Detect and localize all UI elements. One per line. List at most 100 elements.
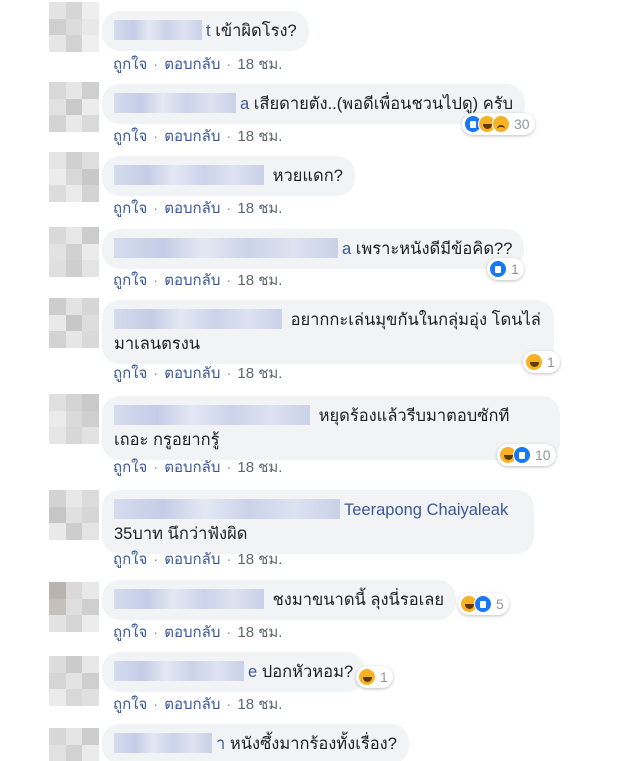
comment-timestamp[interactable]: 18 ชม. bbox=[237, 272, 282, 289]
like-link[interactable]: ถูกใจ bbox=[113, 696, 147, 713]
comment-actions: ถูกใจ · ตอบกลับ · 18 ชม. bbox=[113, 692, 282, 716]
like-icon bbox=[474, 595, 492, 613]
like-link[interactable]: ถูกใจ bbox=[113, 128, 147, 145]
sad-icon bbox=[492, 115, 510, 133]
comment-bubble: อยากกะเล่นมุขกันในกลุ่มอุ่ง โดนไล่ มาเลน… bbox=[102, 300, 554, 364]
separator: · bbox=[153, 272, 159, 289]
comment-text: เข้าผิดโรง? bbox=[215, 22, 297, 40]
reaction-summary[interactable]: 10 bbox=[497, 444, 556, 466]
separator: · bbox=[226, 128, 232, 145]
avatar[interactable] bbox=[49, 2, 99, 52]
separator: · bbox=[153, 459, 159, 476]
comment-timestamp[interactable]: 18 ชม. bbox=[237, 56, 282, 73]
separator: · bbox=[153, 365, 159, 382]
like-icon bbox=[489, 260, 507, 278]
separator: · bbox=[226, 459, 232, 476]
separator: · bbox=[226, 696, 232, 713]
comment-actions: ถูกใจ · ตอบกลับ · 18 ชม. bbox=[113, 52, 282, 76]
reply-link[interactable]: ตอบกลับ bbox=[164, 272, 220, 289]
commenter-name[interactable] bbox=[114, 165, 264, 185]
like-link[interactable]: ถูกใจ bbox=[113, 551, 147, 568]
comment-timestamp[interactable]: 18 ชม. bbox=[237, 459, 282, 476]
commenter-name-tail[interactable]: Teerapong Chaiyaleak bbox=[344, 501, 508, 519]
reply-link[interactable]: ตอบกลับ bbox=[164, 56, 220, 73]
reaction-summary[interactable]: 1 bbox=[487, 258, 524, 280]
commenter-name-tail[interactable]: a bbox=[240, 95, 249, 113]
like-link[interactable]: ถูกใจ bbox=[113, 200, 147, 217]
comment-text: หนังซึ้งมากร้องทั้งเรื่อง? bbox=[229, 735, 397, 753]
comment-bubble: a เสียดายตัง..(พอดีเพื่อนชวนไปดู) ครับ bbox=[102, 84, 526, 124]
reply-link[interactable]: ตอบกลับ bbox=[164, 200, 220, 217]
commenter-name[interactable] bbox=[114, 309, 282, 329]
reply-link[interactable]: ตอบกลับ bbox=[164, 365, 220, 382]
comment-timestamp[interactable]: 18 ชม. bbox=[237, 200, 282, 217]
separator: · bbox=[153, 696, 159, 713]
comment-timestamp[interactable]: 18 ชม. bbox=[237, 128, 282, 145]
commenter-name-tail[interactable]: t bbox=[206, 22, 211, 40]
separator: · bbox=[226, 551, 232, 568]
commenter-name[interactable] bbox=[114, 93, 236, 113]
reaction-summary[interactable]: 1 bbox=[356, 666, 393, 688]
separator: · bbox=[153, 624, 159, 641]
reaction-summary[interactable]: 1 bbox=[523, 351, 560, 373]
commenter-name[interactable] bbox=[114, 661, 244, 681]
comment-feed: t เข้าผิดโรง? ถูกใจ · ตอบกลับ · 18 ชม. a เสี… bbox=[0, 0, 620, 761]
comment-bubble: t เข้าผิดโรง? bbox=[102, 11, 309, 51]
like-link[interactable]: ถูกใจ bbox=[113, 56, 147, 73]
avatar[interactable] bbox=[49, 227, 99, 277]
comment-text-line: หยุดร้องแล้วรีบมาตอบซักที bbox=[318, 407, 510, 425]
reply-link[interactable]: ตอบกลับ bbox=[164, 551, 220, 568]
comment-text: ปอกหัวหอม? bbox=[261, 663, 354, 681]
reply-link[interactable]: ตอบกลับ bbox=[164, 696, 220, 713]
reaction-count: 5 bbox=[496, 596, 504, 612]
avatar[interactable] bbox=[49, 582, 99, 632]
commenter-name[interactable] bbox=[114, 20, 202, 40]
avatar[interactable] bbox=[49, 298, 99, 348]
reaction-summary[interactable]: 30 bbox=[462, 113, 535, 135]
separator: · bbox=[153, 56, 159, 73]
avatar[interactable] bbox=[49, 394, 99, 444]
commenter-name[interactable] bbox=[114, 733, 212, 753]
comment-actions: ถูกใจ · ตอบกลับ · 18 ชม. bbox=[113, 196, 282, 220]
reaction-summary[interactable]: 5 bbox=[458, 593, 509, 615]
like-link[interactable]: ถูกใจ bbox=[113, 272, 147, 289]
like-link[interactable]: ถูกใจ bbox=[113, 459, 147, 476]
commenter-name[interactable] bbox=[114, 499, 340, 519]
separator: · bbox=[226, 365, 232, 382]
separator: · bbox=[226, 272, 232, 289]
comment-bubble: a เพราะหนังดีมีข้อคิด?? bbox=[102, 229, 525, 269]
comment-timestamp[interactable]: 18 ชม. bbox=[237, 624, 282, 641]
comment-timestamp[interactable]: 18 ชม. bbox=[237, 696, 282, 713]
avatar[interactable] bbox=[49, 152, 99, 202]
commenter-name-tail[interactable]: า bbox=[216, 735, 225, 753]
avatar[interactable] bbox=[49, 728, 99, 761]
avatar[interactable] bbox=[49, 490, 99, 540]
comment-bubble: e ปอกหัวหอม? bbox=[102, 652, 366, 692]
comment-bubble: ชงมาขนาดนี้ ลุงนี่รอเลย bbox=[102, 580, 457, 620]
like-icon bbox=[513, 446, 531, 464]
avatar[interactable] bbox=[49, 656, 99, 706]
commenter-name[interactable] bbox=[114, 405, 310, 425]
comment-text: เสียดายตัง..(พอดีเพื่อนชวนไปดู) ครับ bbox=[253, 95, 514, 113]
separator: · bbox=[153, 128, 159, 145]
commenter-name-tail[interactable]: a bbox=[342, 240, 351, 258]
commenter-name[interactable] bbox=[114, 589, 264, 609]
separator: · bbox=[226, 56, 232, 73]
commenter-name[interactable] bbox=[114, 238, 338, 258]
commenter-name-tail[interactable]: e bbox=[248, 663, 257, 681]
comment-timestamp[interactable]: 18 ชม. bbox=[237, 365, 282, 382]
reaction-count: 1 bbox=[380, 669, 388, 685]
comment-text: ชงมาขนาดนี้ ลุงนี่รอเลย bbox=[272, 591, 445, 609]
comment-text: เพราะหนังดีมีข้อคิด?? bbox=[355, 240, 513, 258]
like-link[interactable]: ถูกใจ bbox=[113, 624, 147, 641]
reaction-count: 10 bbox=[535, 447, 551, 463]
separator: · bbox=[226, 624, 232, 641]
comment-actions: ถูกใจ · ตอบกลับ · 18 ชม. bbox=[113, 268, 282, 292]
reply-link[interactable]: ตอบกลับ bbox=[164, 459, 220, 476]
reaction-count: 30 bbox=[514, 116, 530, 132]
reply-link[interactable]: ตอบกลับ bbox=[164, 624, 220, 641]
comment-timestamp[interactable]: 18 ชม. bbox=[237, 551, 282, 568]
reply-link[interactable]: ตอบกลับ bbox=[164, 128, 220, 145]
avatar[interactable] bbox=[49, 82, 99, 132]
like-link[interactable]: ถูกใจ bbox=[113, 365, 147, 382]
